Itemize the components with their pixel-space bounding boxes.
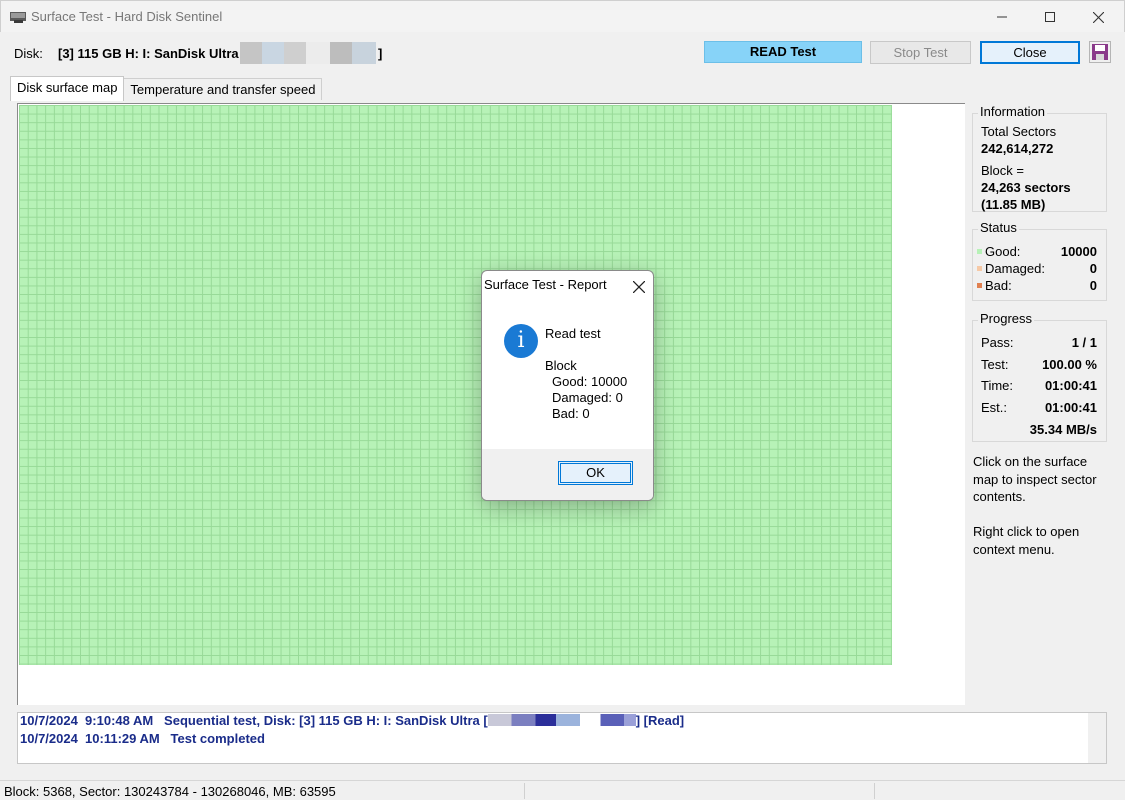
side-panel: Information Total Sectors 242,614,272 Bl… (966, 103, 1116, 705)
status-damaged: Damaged: (977, 261, 1045, 276)
close-icon (632, 280, 646, 294)
block-mb: (11.85 MB) (981, 197, 1046, 212)
disk-toolbar: Disk: [3] 115 GB H: I: SanDisk Ultra [ ]… (0, 32, 1125, 71)
log-scrollbar[interactable] (1088, 713, 1106, 763)
time-label: Time: (981, 378, 1014, 393)
status-separator (874, 783, 875, 799)
maximize-icon (1045, 12, 1055, 22)
hint-context-menu: Right click to open context menu. (973, 524, 1080, 557)
disk-value: [3] 115 GB H: I: SanDisk Ultra [ (58, 46, 247, 61)
information-group: Information Total Sectors 242,614,272 Bl… (972, 104, 1107, 212)
damaged-label: Damaged: (985, 261, 1045, 276)
est-value: 01:00:41 (1044, 400, 1097, 415)
window-close-button[interactable] (1074, 1, 1122, 33)
status-bar-text: Block: 5368, Sector: 130243784 - 1302680… (4, 784, 336, 799)
progress-group: Progress Pass: 1 / 1 Test: 100.00 % Time… (972, 311, 1107, 442)
pass-value: 1 / 1 (1071, 335, 1097, 350)
good-value: 10000 (1060, 244, 1097, 259)
dialog-footer: OK (482, 449, 653, 500)
minimize-icon (997, 16, 1007, 18)
log-line-1-suffix: ] [Read] (635, 713, 685, 728)
total-sectors-label: Total Sectors (981, 124, 1057, 139)
transfer-speed: 35.34 MB/s (1029, 422, 1097, 437)
app-icon (10, 12, 26, 23)
close-button[interactable]: Close (980, 41, 1080, 64)
progress-title: Progress (978, 311, 1035, 326)
est-label: Est.: (981, 400, 1008, 415)
info-icon: i (504, 324, 538, 358)
status-bar: Block: 5368, Sector: 130243784 - 1302680… (0, 780, 1125, 800)
title-bar: Surface Test - Hard Disk Sentinel (0, 0, 1125, 32)
log-line-1: 10/7/2024 9:10:48 AM Sequential test, Di… (20, 713, 684, 728)
bad-value: 0 (1089, 278, 1097, 293)
total-sectors-value: 242,614,272 (981, 141, 1054, 156)
status-bad: Bad: (977, 278, 1012, 293)
dialog-heading: Read test (545, 326, 601, 341)
test-label: Test: (981, 357, 1009, 372)
dialog-good-line: Good: 10000 (552, 374, 628, 389)
report-dialog: Surface Test - Report i Read test Block … (481, 270, 654, 501)
good-swatch (977, 249, 982, 254)
dialog-bad-line: Bad: 0 (552, 406, 590, 421)
bad-swatch (977, 283, 982, 288)
read-test-indicator: READ Test (704, 41, 862, 63)
stop-test-button[interactable]: Stop Test (870, 41, 971, 64)
ok-button[interactable]: OK (558, 461, 633, 485)
status-good: Good: (977, 244, 1020, 259)
status-separator (524, 783, 525, 799)
tab-disk-surface-map[interactable]: Disk surface map (10, 76, 125, 101)
disk-label: Disk: (14, 46, 43, 61)
event-log[interactable]: 10/7/2024 9:10:48 AM Sequential test, Di… (17, 712, 1107, 764)
redacted-log-serial (487, 714, 636, 726)
good-label: Good: (985, 244, 1021, 259)
maximize-button[interactable] (1026, 1, 1074, 33)
save-icon (1092, 44, 1108, 60)
dialog-damaged-line: Damaged: 0 (552, 390, 623, 405)
status-title: Status (978, 220, 1019, 235)
hint-inspect: Click on the surface map to inspect sect… (973, 454, 1097, 504)
dialog-close-button[interactable] (632, 273, 646, 298)
window-title: Surface Test - Hard Disk Sentinel (31, 9, 223, 24)
tab-strip: Disk surface map Temperature and transfe… (10, 76, 323, 101)
surface-map-grid[interactable] (19, 105, 892, 665)
tab-temperature-transfer[interactable]: Temperature and transfer speed (124, 78, 323, 100)
minimize-button[interactable] (978, 1, 1026, 33)
information-title: Information (978, 104, 1048, 119)
log-line-2: 10/7/2024 10:11:29 AM Test completed (20, 731, 265, 746)
disk-close-bracket: ] (378, 46, 383, 61)
close-icon (1092, 11, 1104, 23)
damaged-value: 0 (1089, 261, 1097, 276)
dialog-block-label: Block (545, 358, 577, 373)
status-group: Status Good: 10000 Damaged: 0 Bad: 0 (972, 220, 1107, 301)
time-value: 01:00:41 (1044, 378, 1097, 393)
test-value: 100.00 % (1042, 357, 1097, 372)
bad-label: Bad: (985, 278, 1012, 293)
block-sectors: 24,263 sectors (981, 180, 1071, 195)
block-label: Block = (981, 163, 1024, 178)
dialog-title: Surface Test - Report (484, 277, 607, 292)
save-button[interactable] (1089, 41, 1111, 63)
pass-label: Pass: (981, 335, 1014, 350)
damaged-swatch (977, 266, 982, 271)
log-line-1-prefix: 10/7/2024 9:10:48 AM Sequential test, Di… (20, 713, 488, 728)
